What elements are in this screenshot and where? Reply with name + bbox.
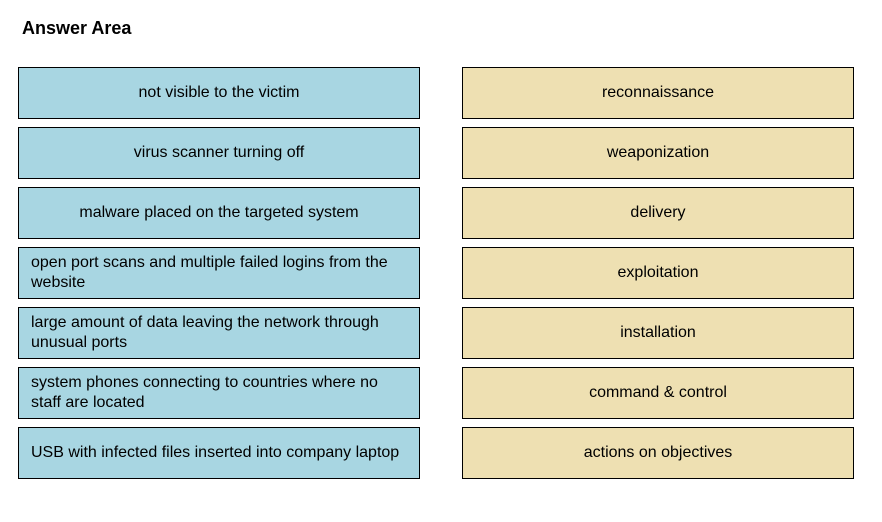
left-item[interactable]: virus scanner turning off <box>18 127 420 179</box>
right-item-label: weaponization <box>607 143 709 163</box>
right-item-label: exploitation <box>618 263 699 283</box>
left-item[interactable]: system phones connecting to countries wh… <box>18 367 420 419</box>
left-item-label: USB with infected files inserted into co… <box>31 443 399 463</box>
left-item-label: malware placed on the targeted system <box>79 203 358 223</box>
right-item-label: delivery <box>630 203 685 223</box>
left-column: not visible to the victim virus scanner … <box>18 67 420 479</box>
page-title: Answer Area <box>22 18 864 39</box>
right-item[interactable]: delivery <box>462 187 854 239</box>
left-item[interactable]: large amount of data leaving the network… <box>18 307 420 359</box>
right-item[interactable]: actions on objectives <box>462 427 854 479</box>
columns-container: not visible to the victim virus scanner … <box>18 67 864 479</box>
left-item-label: virus scanner turning off <box>134 143 304 163</box>
right-item[interactable]: command & control <box>462 367 854 419</box>
left-item[interactable]: USB with infected files inserted into co… <box>18 427 420 479</box>
left-item-label: open port scans and multiple failed logi… <box>31 253 407 293</box>
left-item-label: large amount of data leaving the network… <box>31 313 407 353</box>
left-item[interactable]: open port scans and multiple failed logi… <box>18 247 420 299</box>
left-item-label: system phones connecting to countries wh… <box>31 373 407 413</box>
left-item[interactable]: not visible to the victim <box>18 67 420 119</box>
right-item[interactable]: reconnaissance <box>462 67 854 119</box>
right-item[interactable]: exploitation <box>462 247 854 299</box>
right-item-label: actions on objectives <box>584 443 733 463</box>
right-item-label: reconnaissance <box>602 83 714 103</box>
left-item[interactable]: malware placed on the targeted system <box>18 187 420 239</box>
right-item[interactable]: weaponization <box>462 127 854 179</box>
right-column: reconnaissance weaponization delivery ex… <box>462 67 854 479</box>
right-item-label: installation <box>620 323 696 343</box>
right-item-label: command & control <box>589 383 727 403</box>
right-item[interactable]: installation <box>462 307 854 359</box>
left-item-label: not visible to the victim <box>139 83 300 103</box>
